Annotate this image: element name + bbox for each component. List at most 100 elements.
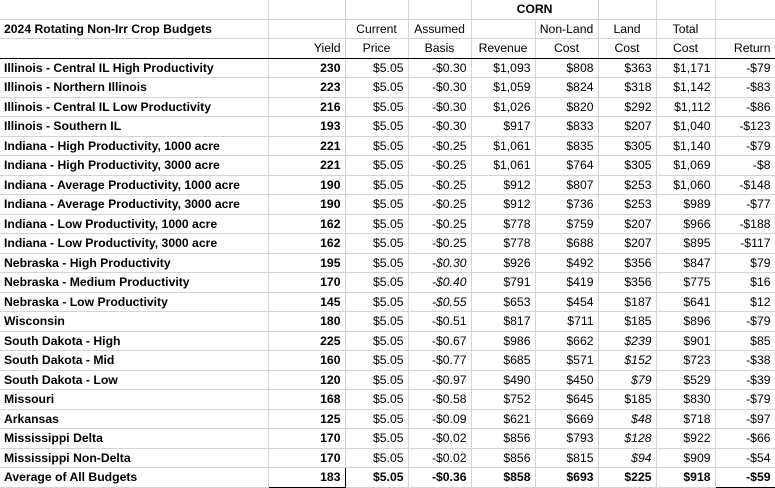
- row-label[interactable]: Nebraska - Medium Productivity: [0, 272, 269, 293]
- land-cost-cell[interactable]: $187: [598, 292, 657, 312]
- total-cost-cell[interactable]: $718: [656, 409, 716, 429]
- return-cell[interactable]: $85: [715, 331, 775, 351]
- price-cell[interactable]: $5.05: [345, 155, 409, 176]
- revenue-cell[interactable]: $653: [471, 292, 536, 312]
- revenue-cell[interactable]: $856: [471, 448, 536, 468]
- empty-cell[interactable]: [656, 0, 716, 20]
- row-label[interactable]: Wisconsin: [0, 311, 269, 332]
- empty-cell[interactable]: [0, 38, 269, 59]
- return-cell[interactable]: -$188: [715, 214, 775, 234]
- basis-cell[interactable]: -$0.51: [408, 311, 472, 332]
- row-label[interactable]: Indiana - High Productivity, 3000 acre: [0, 155, 269, 176]
- total-cost-cell[interactable]: $830: [656, 389, 716, 410]
- land-cost-cell[interactable]: $152: [598, 350, 657, 371]
- total-cost-cell[interactable]: $909: [656, 448, 716, 468]
- basis-cell[interactable]: -$0.30: [408, 97, 472, 117]
- basis-cell[interactable]: -$0.09: [408, 409, 472, 429]
- nonland-cost-cell[interactable]: $736: [535, 194, 599, 215]
- revenue-cell[interactable]: $621: [471, 409, 536, 429]
- land-cost-cell[interactable]: $207: [598, 116, 657, 137]
- nonland-cost-cell[interactable]: $833: [535, 116, 599, 137]
- return-cell[interactable]: -$39: [715, 370, 775, 390]
- land-cost-cell[interactable]: $207: [598, 214, 657, 234]
- header-top-cell[interactable]: [471, 19, 536, 39]
- header-price[interactable]: Price: [345, 38, 409, 59]
- nonland-cost-cell[interactable]: $669: [535, 409, 599, 429]
- nonland-cost-cell[interactable]: $824: [535, 77, 599, 98]
- yield-cell[interactable]: 180: [268, 311, 346, 332]
- basis-cell[interactable]: -$0.30: [408, 253, 472, 273]
- price-cell[interactable]: $5.05: [345, 97, 409, 117]
- return-cell[interactable]: -$38: [715, 350, 775, 371]
- header-top-cell[interactable]: Current: [345, 19, 409, 39]
- row-label[interactable]: Nebraska - High Productivity: [0, 253, 269, 273]
- header-basis[interactable]: Basis: [408, 38, 472, 59]
- yield-cell[interactable]: 183: [267, 467, 346, 488]
- return-cell[interactable]: -$79: [715, 311, 775, 332]
- yield-cell[interactable]: 223: [268, 77, 346, 98]
- header-top-cell[interactable]: [715, 19, 775, 39]
- nonland-cost-cell[interactable]: $419: [535, 272, 599, 293]
- return-cell[interactable]: -$8: [715, 155, 775, 176]
- header-top-cell[interactable]: Assumed: [408, 19, 472, 39]
- row-label[interactable]: Illinois - Northern Illinois: [0, 77, 269, 98]
- price-cell[interactable]: $5.05: [345, 428, 409, 449]
- header-nonland-cost[interactable]: Cost: [535, 38, 599, 59]
- land-cost-cell[interactable]: $185: [598, 389, 657, 410]
- header-top-cell[interactable]: Non-Land: [535, 19, 599, 39]
- revenue-cell[interactable]: $912: [471, 194, 536, 215]
- total-cost-cell[interactable]: $901: [656, 331, 716, 351]
- land-cost-cell[interactable]: $356: [598, 253, 657, 273]
- nonland-cost-cell[interactable]: $807: [535, 175, 599, 195]
- row-label[interactable]: Illinois - Central IL High Productivity: [0, 58, 269, 78]
- return-cell[interactable]: -$86: [715, 97, 775, 117]
- revenue-cell[interactable]: $858: [471, 467, 536, 488]
- return-cell[interactable]: -$79: [715, 136, 775, 156]
- yield-cell[interactable]: 221: [268, 155, 346, 176]
- yield-cell[interactable]: 190: [268, 194, 346, 215]
- yield-cell[interactable]: 162: [268, 214, 346, 234]
- total-cost-cell[interactable]: $723: [656, 350, 716, 371]
- header-top-cell[interactable]: Total: [656, 19, 716, 39]
- basis-cell[interactable]: -$0.25: [408, 233, 472, 254]
- revenue-cell[interactable]: $1,093: [471, 58, 536, 78]
- nonland-cost-cell[interactable]: $693: [535, 467, 599, 488]
- yield-cell[interactable]: 225: [268, 331, 346, 351]
- yield-cell[interactable]: 195: [268, 253, 346, 273]
- land-cost-cell[interactable]: $94: [598, 448, 657, 468]
- total-cost-cell[interactable]: $918: [656, 467, 716, 488]
- row-label[interactable]: Indiana - Low Productivity, 3000 acre: [0, 233, 269, 254]
- basis-cell[interactable]: -$0.30: [408, 116, 472, 137]
- revenue-cell[interactable]: $986: [471, 331, 536, 351]
- land-cost-cell[interactable]: $363: [598, 58, 657, 78]
- nonland-cost-cell[interactable]: $688: [535, 233, 599, 254]
- price-cell[interactable]: $5.05: [345, 214, 409, 234]
- basis-cell[interactable]: -$0.30: [408, 77, 472, 98]
- row-label[interactable]: South Dakota - High: [0, 331, 269, 351]
- nonland-cost-cell[interactable]: $454: [535, 292, 599, 312]
- header-return[interactable]: Return: [715, 38, 775, 59]
- total-cost-cell[interactable]: $1,060: [656, 175, 716, 195]
- return-cell[interactable]: -$97: [715, 409, 775, 429]
- price-cell[interactable]: $5.05: [345, 292, 409, 312]
- nonland-cost-cell[interactable]: $820: [535, 97, 599, 117]
- header-top-cell[interactable]: Land: [598, 19, 657, 39]
- header-top-cell[interactable]: [268, 19, 346, 39]
- row-label[interactable]: Mississippi Delta: [0, 428, 269, 449]
- revenue-cell[interactable]: $917: [471, 116, 536, 137]
- return-cell[interactable]: $12: [715, 292, 775, 312]
- total-cost-cell[interactable]: $775: [656, 272, 716, 293]
- nonland-cost-cell[interactable]: $793: [535, 428, 599, 449]
- return-cell[interactable]: -$59: [714, 467, 775, 488]
- nonland-cost-cell[interactable]: $662: [535, 331, 599, 351]
- nonland-cost-cell[interactable]: $815: [535, 448, 599, 468]
- row-label[interactable]: Indiana - High Productivity, 1000 acre: [0, 136, 269, 156]
- price-cell[interactable]: $5.05: [345, 253, 409, 273]
- nonland-cost-cell[interactable]: $808: [535, 58, 599, 78]
- basis-cell[interactable]: -$0.36: [408, 467, 472, 488]
- return-cell[interactable]: -$79: [715, 389, 775, 410]
- land-cost-cell[interactable]: $253: [598, 194, 657, 215]
- basis-cell[interactable]: -$0.25: [408, 175, 472, 195]
- revenue-cell[interactable]: $778: [471, 233, 536, 254]
- revenue-cell[interactable]: $685: [471, 350, 536, 371]
